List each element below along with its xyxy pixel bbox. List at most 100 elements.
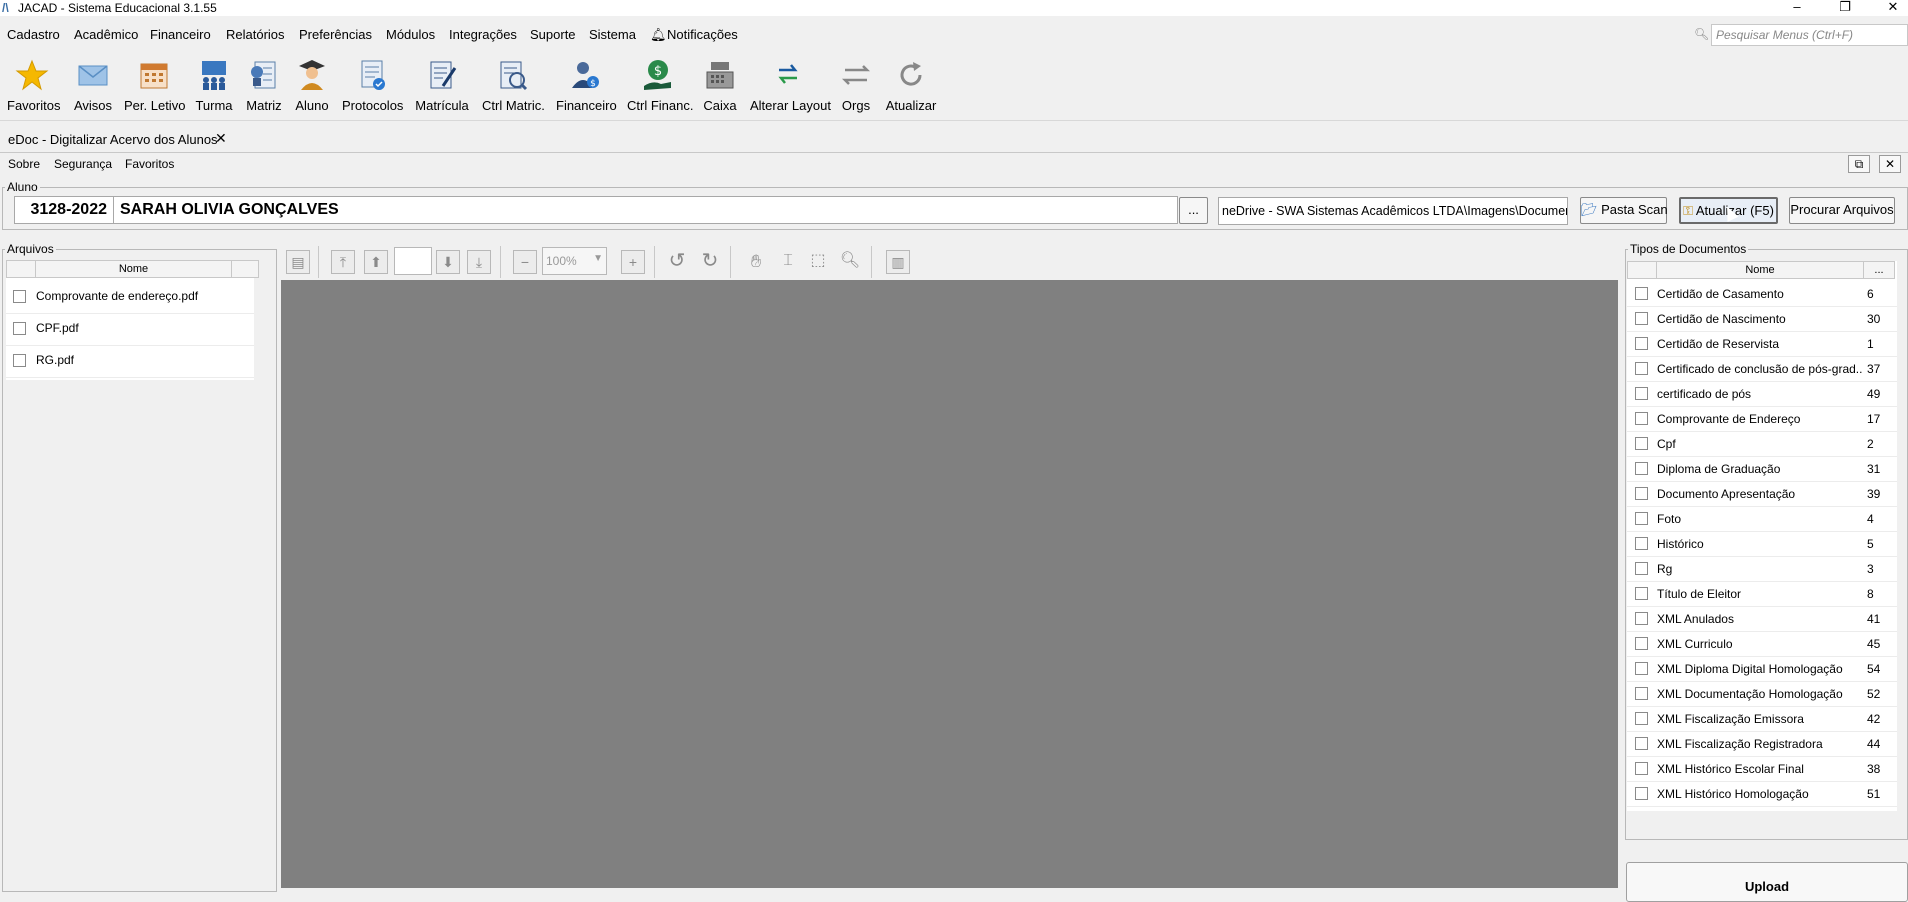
upload-button[interactable]: Upload <box>1626 862 1908 902</box>
document-type-row[interactable]: Certidão de Nascimento 30 <box>1627 307 1897 332</box>
document-type-checkbox[interactable] <box>1635 462 1648 475</box>
document-type-checkbox[interactable] <box>1635 287 1648 300</box>
student-lookup-button[interactable]: ... <box>1179 197 1208 224</box>
document-type-checkbox[interactable] <box>1635 687 1648 700</box>
document-type-row[interactable]: Rg 3 <box>1627 557 1897 582</box>
pdf-viewer-canvas[interactable] <box>281 280 1618 888</box>
document-type-checkbox[interactable] <box>1635 487 1648 500</box>
last-page-icon[interactable]: ⤓ <box>467 250 491 274</box>
document-type-row[interactable]: Cpf 2 <box>1627 432 1897 457</box>
toolbar-atualizar[interactable]: Atualizar <box>885 58 937 113</box>
toolbar-protocolos[interactable]: Protocolos <box>342 58 403 113</box>
pasta-scan-button[interactable]: 📂︎ Pasta Scan <box>1580 197 1668 224</box>
document-type-row[interactable]: XML Curriculo 45 <box>1627 632 1897 657</box>
page-number-input[interactable] <box>394 247 432 275</box>
scan-folder-path-field[interactable]: neDrive - SWA Sistemas Acadêmicos LTDA\I… <box>1218 197 1568 225</box>
tipos-extra-header[interactable]: ... <box>1863 261 1895 279</box>
document-type-row[interactable]: Título de Eleitor 8 <box>1627 582 1897 607</box>
detach-window-icon[interactable]: ⧉ <box>1848 155 1870 173</box>
document-type-row[interactable]: Histórico 5 <box>1627 532 1897 557</box>
toolbar-orgs[interactable]: Orgs <box>837 58 875 113</box>
document-type-row[interactable]: XML Anulados 41 <box>1627 607 1897 632</box>
file-row[interactable]: CPF.pdf <box>6 314 254 346</box>
dynamic-zoom-icon[interactable]: 🔍︎ <box>838 250 862 274</box>
file-checkbox[interactable] <box>13 290 26 303</box>
toolbar-avisos[interactable]: Avisos <box>72 58 114 113</box>
document-type-row[interactable]: Certidão de Reservista 1 <box>1627 332 1897 357</box>
document-type-row[interactable]: Diploma de Graduação 31 <box>1627 457 1897 482</box>
toolbar-matricula[interactable]: Matrícula <box>415 58 469 113</box>
text-select-icon[interactable]: ⌶ <box>776 250 800 274</box>
toolbar-financeiro[interactable]: $ Financeiro <box>556 58 617 113</box>
document-type-checkbox[interactable] <box>1635 787 1648 800</box>
document-type-checkbox[interactable] <box>1635 612 1648 625</box>
zoom-in-icon[interactable]: + <box>621 250 645 274</box>
document-type-checkbox[interactable] <box>1635 737 1648 750</box>
document-type-row[interactable]: XML Histórico Homologação 51 <box>1627 782 1897 807</box>
zoom-select[interactable]: 100% ▼ <box>542 247 607 275</box>
file-row[interactable]: Comprovante de endereço.pdf <box>6 282 254 314</box>
menu-notificacoes[interactable]: Notificações <box>667 27 738 42</box>
student-name-field[interactable]: SARAH OLIVIA GONÇALVES <box>113 196 1178 224</box>
restore-button[interactable]: ❐ <box>1830 0 1860 16</box>
toolbar-favoritos[interactable]: Favoritos <box>7 58 60 113</box>
document-type-row[interactable]: Certificado de conclusão de pós-grad... 3… <box>1627 357 1897 382</box>
document-type-checkbox[interactable] <box>1635 587 1648 600</box>
minimize-button[interactable]: – <box>1782 0 1812 16</box>
document-type-checkbox[interactable] <box>1635 387 1648 400</box>
toolbar-matriz[interactable]: Matriz <box>244 58 284 113</box>
menu-relatorios[interactable]: Relatórios <box>226 27 285 42</box>
document-type-checkbox[interactable] <box>1635 662 1648 675</box>
next-page-icon[interactable]: ⬇ <box>436 250 460 274</box>
document-type-row[interactable]: XML Diploma Digital Homologação 54 <box>1627 657 1897 682</box>
submenu-seguranca[interactable]: Segurança <box>54 157 112 171</box>
document-type-checkbox[interactable] <box>1635 537 1648 550</box>
document-type-checkbox[interactable] <box>1635 437 1648 450</box>
menu-search-input[interactable]: Pesquisar Menus (Ctrl+F) <box>1711 24 1908 46</box>
document-type-row[interactable]: Foto 4 <box>1627 507 1897 532</box>
zoom-out-icon[interactable]: − <box>513 250 537 274</box>
document-type-checkbox[interactable] <box>1635 512 1648 525</box>
tipos-check-header[interactable] <box>1627 261 1657 279</box>
file-checkbox[interactable] <box>13 354 26 367</box>
toolbar-ctrl-matric[interactable]: Ctrl Matric. <box>482 58 545 113</box>
menu-cadastro[interactable]: Cadastro <box>7 27 60 42</box>
first-page-icon[interactable]: ⤒ <box>331 250 355 274</box>
hand-tool-icon[interactable]: ✋︎ <box>744 250 768 274</box>
procurar-arquivos-button[interactable]: Procurar Arquivos <box>1789 197 1895 224</box>
document-type-checkbox[interactable] <box>1635 712 1648 725</box>
menu-sistema[interactable]: Sistema <box>589 27 636 42</box>
marquee-zoom-icon[interactable]: ⬚ <box>806 250 830 274</box>
student-code-field[interactable]: 3128-2022 <box>14 196 114 224</box>
document-type-checkbox[interactable] <box>1635 762 1648 775</box>
page-thumbnails-icon[interactable]: ▤ <box>286 250 310 274</box>
document-type-row[interactable]: XML Fiscalização Emissora 42 <box>1627 707 1897 732</box>
document-properties-icon[interactable]: ▥ <box>886 250 910 274</box>
toolbar-aluno[interactable]: Aluno <box>293 58 331 113</box>
menu-suporte[interactable]: Suporte <box>530 27 576 42</box>
document-type-row[interactable]: XML Documentação Homologação 52 <box>1627 682 1897 707</box>
menu-preferencias[interactable]: Preferências <box>299 27 372 42</box>
toolbar-caixa[interactable]: Caixa <box>700 58 740 113</box>
toolbar-per-letivo[interactable]: Per. Letivo <box>124 58 185 113</box>
tipos-name-header[interactable]: Nome <box>1656 261 1864 279</box>
document-type-checkbox[interactable] <box>1635 637 1648 650</box>
document-type-checkbox[interactable] <box>1635 412 1648 425</box>
toolbar-alterar-layout[interactable]: Alterar Layout <box>750 58 831 113</box>
menu-modulos[interactable]: Módulos <box>386 27 435 42</box>
document-type-checkbox[interactable] <box>1635 362 1648 375</box>
toolbar-ctrl-financ[interactable]: $ Ctrl Financ. <box>627 58 693 113</box>
arquivos-name-header[interactable]: Nome <box>35 260 232 278</box>
document-type-checkbox[interactable] <box>1635 562 1648 575</box>
document-type-row[interactable]: Certidão de Casamento 6 <box>1627 282 1897 307</box>
previous-page-icon[interactable]: ⬆ <box>364 250 388 274</box>
close-panel-icon[interactable]: ✕ <box>1879 155 1901 173</box>
submenu-favoritos[interactable]: Favoritos <box>125 157 174 171</box>
rotate-right-icon[interactable]: ↻ <box>698 250 722 274</box>
document-type-row[interactable]: Comprovante de Endereço 17 <box>1627 407 1897 432</box>
submenu-sobre[interactable]: Sobre <box>8 157 40 171</box>
document-type-row[interactable]: certificado de pós 49 <box>1627 382 1897 407</box>
document-type-row[interactable]: XML Histórico Escolar Final 38 <box>1627 757 1897 782</box>
menu-academico[interactable]: Acadêmico <box>74 27 138 42</box>
close-tab-icon[interactable]: ✕ <box>215 130 227 147</box>
